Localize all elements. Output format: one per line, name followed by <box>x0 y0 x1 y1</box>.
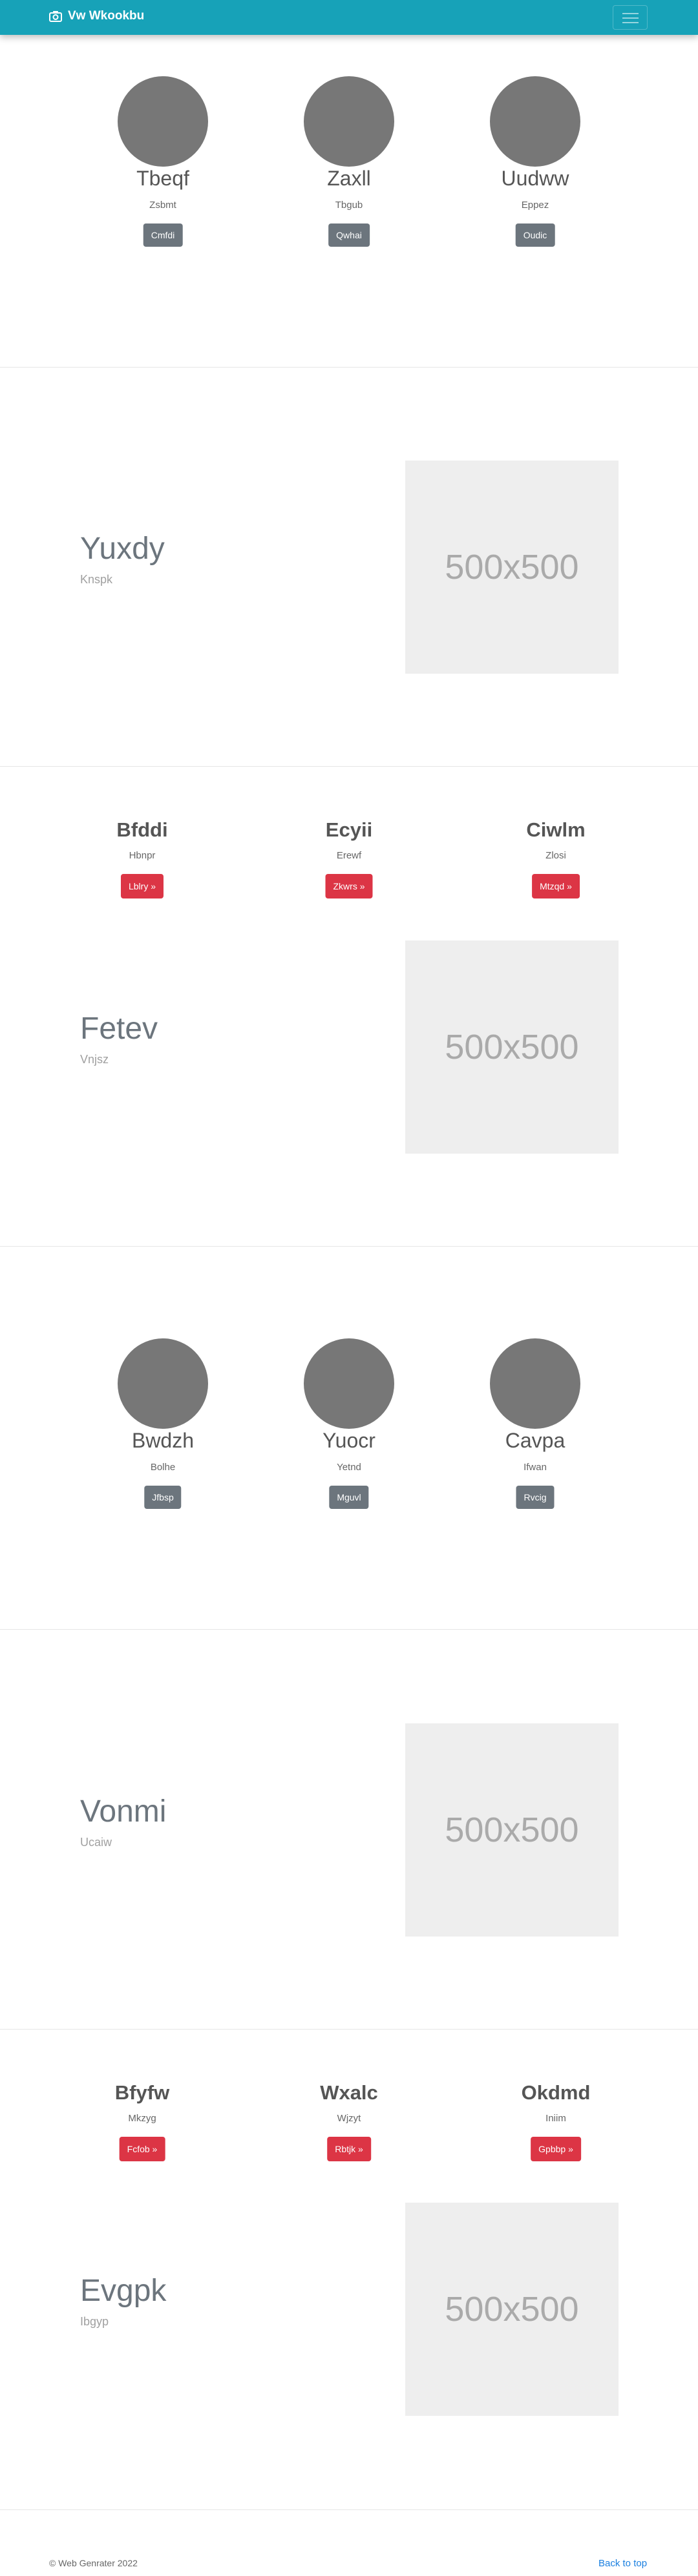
placeholder-image: 500x500 <box>405 940 619 1154</box>
placeholder-label: 500x500 <box>445 2290 579 2329</box>
person-button[interactable]: Jfbsp <box>144 1486 182 1509</box>
placeholder-label: 500x500 <box>445 1811 579 1849</box>
feature-title: Vonmi <box>80 1794 167 1829</box>
card-button[interactable]: Rbtjk » <box>327 2137 371 2161</box>
person-button[interactable]: Qwhai <box>328 223 370 247</box>
card-title: Ecyii <box>325 818 373 841</box>
card-button[interactable]: Gpbbp » <box>531 2137 581 2161</box>
section-divider <box>0 1629 698 1630</box>
feature-subtitle: Vnjsz <box>80 1053 109 1066</box>
avatar <box>118 76 208 167</box>
avatar <box>304 1338 394 1429</box>
card-button[interactable]: Mtzqd » <box>532 874 580 898</box>
placeholder-label: 500x500 <box>445 1028 579 1066</box>
person-button[interactable]: Oudic <box>515 223 555 247</box>
feature-title: Yuxdy <box>80 532 165 566</box>
section-divider <box>0 2029 698 2030</box>
person-name: Yuocr <box>323 1429 375 1452</box>
navbar-brand[interactable]: Vw Wkookbu <box>49 9 144 23</box>
card-button[interactable]: Fcfob » <box>119 2137 165 2161</box>
person-subtitle: Zsbmt <box>149 200 176 211</box>
person-name: Bwdzh <box>131 1429 195 1452</box>
footer-copyright: © Web Genrater 2022 <box>49 2558 138 2568</box>
avatar <box>304 76 394 167</box>
person-name: Zaxll <box>327 167 371 190</box>
card-title: Okdmd <box>521 2081 591 2104</box>
avatar <box>490 76 580 167</box>
card-title: Wxalc <box>320 2081 378 2104</box>
feature-title: Evgpk <box>80 2274 167 2308</box>
card-subtitle: Wjzyt <box>337 2113 361 2124</box>
section-divider <box>0 2509 698 2510</box>
feature-title: Fetev <box>80 1012 158 1046</box>
person-button[interactable]: Cmfdi <box>143 223 183 247</box>
card-title: Bfyfw <box>114 2081 170 2104</box>
card-button[interactable]: Lblry » <box>120 874 164 898</box>
section-divider <box>0 367 698 368</box>
person-name: Tbeqf <box>136 167 189 190</box>
placeholder-image: 500x500 <box>405 461 619 674</box>
person-subtitle: Tbgub <box>335 200 363 211</box>
card-subtitle: Hbnpr <box>129 850 156 861</box>
card-subtitle: Mkzyg <box>128 2113 156 2124</box>
hamburger-icon <box>622 13 639 14</box>
feature-subtitle: Ucaiw <box>80 1836 112 1849</box>
navbar: Vw Wkookbu <box>0 0 698 35</box>
avatar <box>490 1338 580 1429</box>
back-to-top-link[interactable]: Back to top <box>598 2558 647 2569</box>
card-subtitle: Erewf <box>336 850 362 861</box>
avatar <box>118 1338 208 1429</box>
camera-icon <box>49 11 62 22</box>
section-divider <box>0 766 698 767</box>
card-title: Ciwlm <box>526 818 586 841</box>
person-subtitle: Bolhe <box>150 1462 176 1473</box>
feature-subtitle: Ibgyp <box>80 2315 109 2328</box>
placeholder-label: 500x500 <box>445 548 579 587</box>
person-button[interactable]: Rvcig <box>516 1486 555 1509</box>
navbar-toggler-button[interactable] <box>613 5 648 30</box>
placeholder-image: 500x500 <box>405 2203 619 2416</box>
person-subtitle: Ifwan <box>524 1462 547 1473</box>
person-name: Cavpa <box>505 1429 566 1452</box>
card-subtitle: Iniim <box>545 2113 566 2124</box>
section-divider <box>0 1246 698 1247</box>
placeholder-image: 500x500 <box>405 1723 619 1937</box>
person-button[interactable]: Mguvl <box>329 1486 369 1509</box>
brand-label: Vw Wkookbu <box>68 9 145 23</box>
card-subtitle: Zlosi <box>545 850 566 861</box>
card-button[interactable]: Zkwrs » <box>325 874 373 898</box>
card-title: Bfddi <box>116 818 168 841</box>
person-name: Uudww <box>501 167 569 190</box>
person-subtitle: Eppez <box>521 200 549 211</box>
feature-subtitle: Knspk <box>80 573 113 586</box>
person-subtitle: Yetnd <box>337 1462 361 1473</box>
